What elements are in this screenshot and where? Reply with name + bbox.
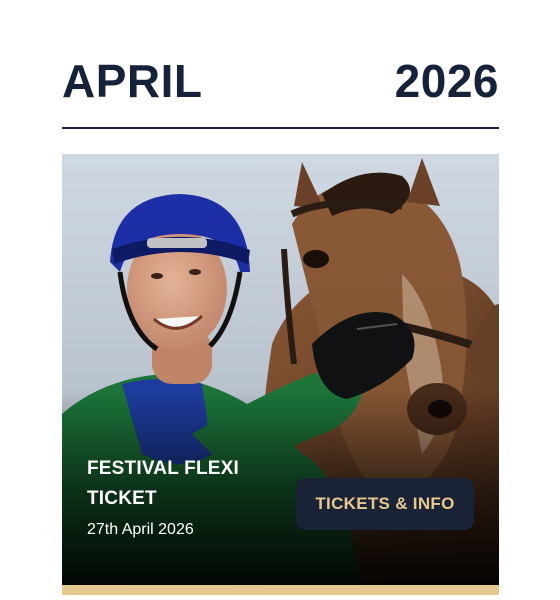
month-label: APRIL xyxy=(62,55,203,107)
header-divider xyxy=(62,127,499,129)
tickets-info-button[interactable]: TICKETS & INFO xyxy=(296,478,474,530)
month-header: APRIL 2026 xyxy=(62,52,499,110)
event-date: 27th April 2026 xyxy=(87,521,194,538)
event-title: FESTIVAL FLEXI TICKET xyxy=(87,458,239,509)
card-accent-bar xyxy=(62,585,499,595)
year-label: 2026 xyxy=(394,55,499,107)
event-card[interactable]: FESTIVAL FLEXI TICKET 27th April 2026 TI… xyxy=(62,154,499,585)
